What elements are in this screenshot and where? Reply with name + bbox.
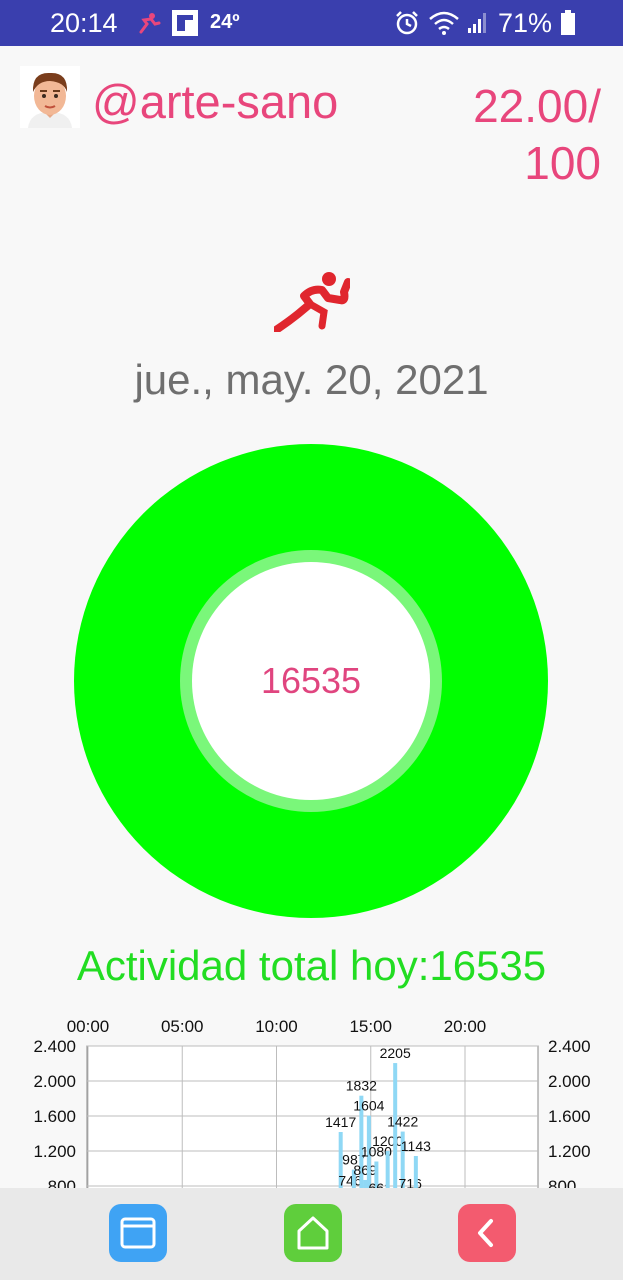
chart-x-tick-label: 20:00 <box>444 1017 487 1036</box>
home-button[interactable] <box>284 1204 342 1262</box>
chart-y-tick-label-left: 2.400 <box>33 1037 76 1056</box>
back-button[interactable] <box>458 1204 516 1262</box>
chart-svg: 00:00 05:00 10:00 15:00 20:00 2.400 2.400 2.000… <box>33 1017 591 1188</box>
chart-data-label: 716 <box>399 1175 423 1188</box>
score-value: 22.00/100 <box>473 80 601 189</box>
chart-y-tick-label-left: 1.200 <box>33 1142 76 1161</box>
chart-bar <box>363 1179 368 1188</box>
username: @arte-sano <box>92 75 339 128</box>
hourly-activity-chart: 00:00 05:00 10:00 15:00 20:00 2.400 2.400 2.000… <box>0 1008 623 1188</box>
chart-x-tick-label: 00:00 <box>67 1017 110 1036</box>
back-icon <box>478 1219 493 1247</box>
chart-x-tick-label: 05:00 <box>161 1017 204 1036</box>
status-time: 20:14 <box>50 8 118 38</box>
chart-y-tick-label-right: 2.000 <box>548 1072 591 1091</box>
runner-icon <box>272 270 352 334</box>
alarm-icon <box>394 10 420 41</box>
wifi-icon <box>428 10 460 41</box>
chart-data-label: 1200 <box>372 1133 403 1149</box>
status-bar: 20:14 24º 71% <box>0 0 623 46</box>
current-date: jue., may. 20, 2021 <box>134 356 489 403</box>
flipboard-icon <box>172 10 198 41</box>
chart-data-label: 1143 <box>401 1138 431 1154</box>
running-notification-icon <box>135 12 161 41</box>
signal-icon <box>466 12 488 39</box>
chart-y-tick-label-right: 1.600 <box>548 1107 591 1126</box>
chart-plot-area <box>86 1045 539 1188</box>
chart-y-tick-label-right: 800 <box>548 1177 576 1188</box>
recent-apps-icon <box>120 1217 156 1249</box>
chart-data-label: 1604 <box>353 1098 384 1114</box>
chart-data-label: 1417 <box>325 1114 356 1130</box>
chart-data-label: 1832 <box>346 1078 377 1094</box>
total-activity-label: Actividad total hoy:16535 <box>76 942 547 989</box>
user-avatar[interactable] <box>20 66 80 128</box>
chart-data-label: 2205 <box>380 1045 411 1061</box>
status-battery: 71% <box>498 8 553 38</box>
chart-y-tick-label-right: 2.400 <box>548 1037 591 1056</box>
bottom-nav <box>0 1188 623 1280</box>
chart-x-tick-label: 15:00 <box>349 1017 392 1036</box>
chart-y-tick-label-right: 1.200 <box>548 1142 591 1161</box>
recent-apps-button[interactable] <box>109 1204 167 1262</box>
battery-icon <box>560 10 576 41</box>
chart-y-tick-label-left: 2.000 <box>33 1072 76 1091</box>
chart-y-tick-label-left: 800 <box>48 1177 76 1188</box>
chart-y-tick-label-left: 1.600 <box>33 1107 76 1126</box>
status-temperature: 24º <box>210 11 240 33</box>
home-icon <box>297 1216 329 1250</box>
chart-bar <box>413 1155 418 1188</box>
chart-data-label: 869 <box>353 1162 377 1178</box>
chart-data-label: 1422 <box>387 1114 418 1130</box>
activity-value: 16535 <box>260 660 362 701</box>
chart-x-tick-label: 10:00 <box>255 1017 298 1036</box>
chart-bar <box>385 1151 390 1188</box>
